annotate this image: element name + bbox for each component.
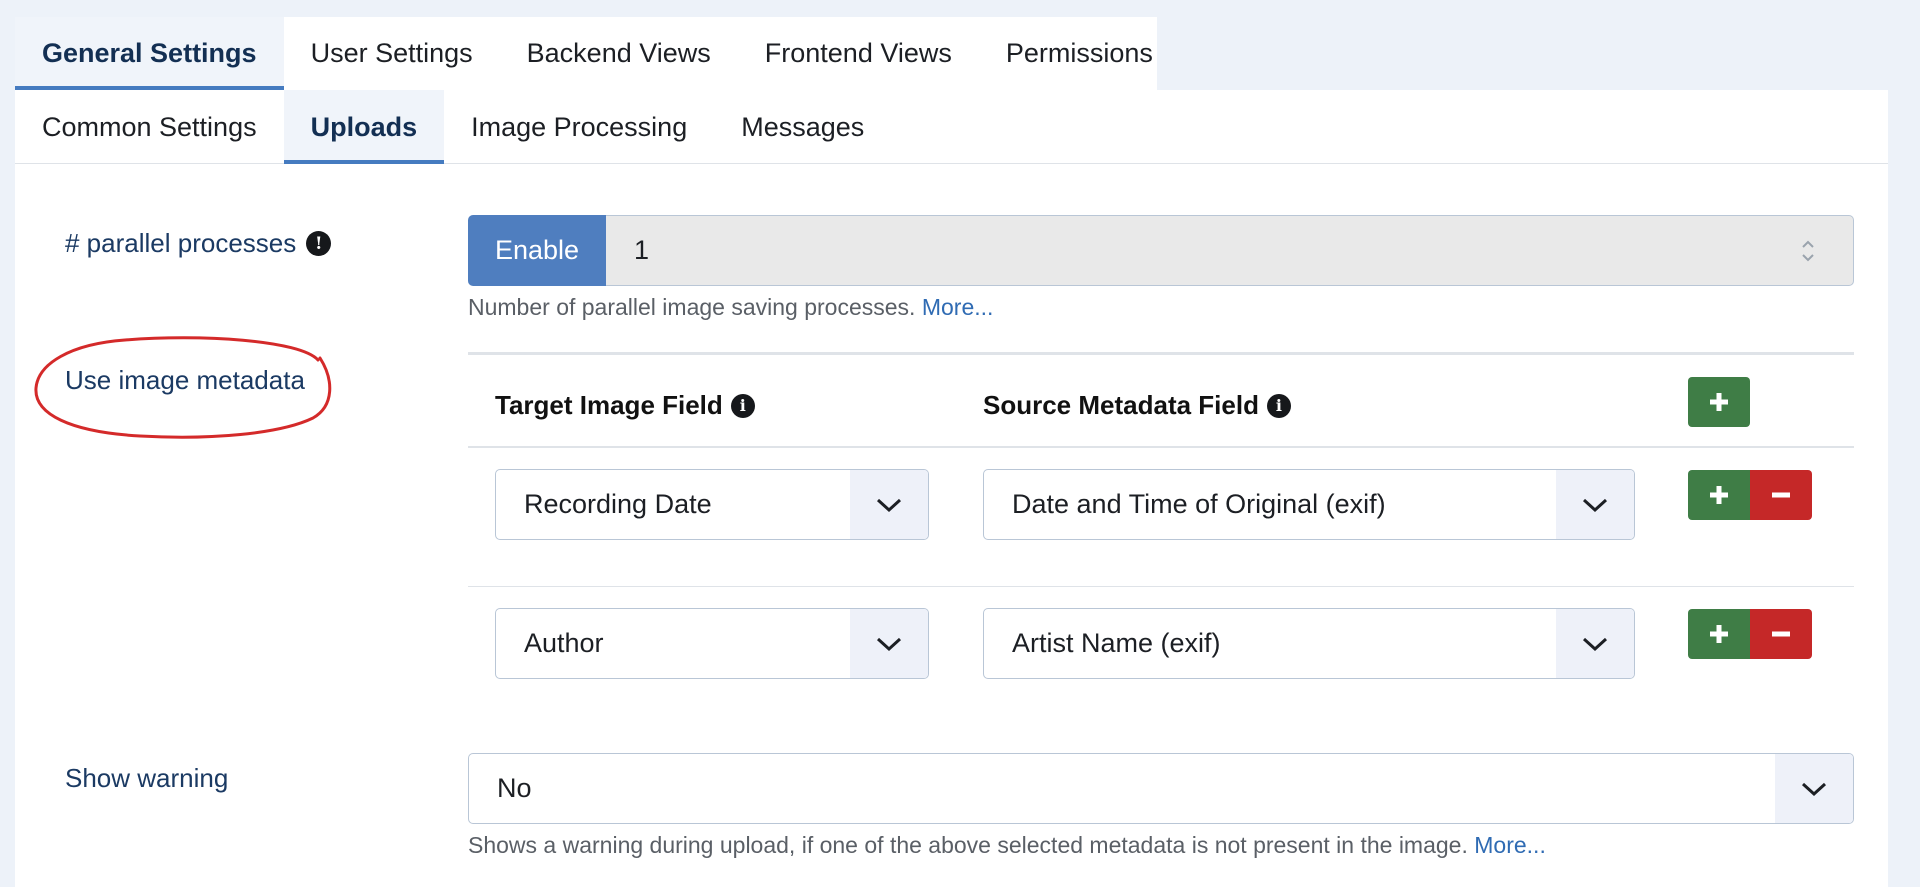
chevron-down-icon <box>1582 498 1608 512</box>
source-field-value: Artist Name (exif) <box>1012 628 1221 658</box>
use-image-metadata-label-text: Use image metadata <box>65 365 305 395</box>
plus-icon <box>1710 486 1728 504</box>
parallel-processes-value: 1 <box>634 235 650 265</box>
target-image-field-header: Target Image Field i <box>495 390 755 421</box>
minus-icon <box>1772 631 1790 637</box>
subtab-common-settings[interactable]: Common Settings <box>15 90 284 164</box>
parallel-processes-label: # parallel processes ! <box>65 228 332 259</box>
tab-frontend-views[interactable]: Frontend Views <box>738 17 979 90</box>
subtab-uploads[interactable]: Uploads <box>283 90 445 164</box>
target-field-value: Recording Date <box>524 489 712 519</box>
show-warning-help-text: Shows a warning during upload, if one of… <box>468 832 1468 858</box>
chevron-down-icon <box>876 637 902 651</box>
target-image-field-header-text: Target Image Field <box>495 390 723 420</box>
show-warning-label-text: Show warning <box>65 763 229 793</box>
chevron-down-icon <box>1801 782 1827 796</box>
dropdown-toggle[interactable] <box>1556 609 1634 678</box>
add-row-button[interactable] <box>1688 470 1750 520</box>
parallel-processes-help-text: Number of parallel image saving processe… <box>468 294 916 320</box>
show-warning-select[interactable]: No <box>468 753 1854 824</box>
sub-tab-bar: Common Settings Uploads Image Processing… <box>15 90 1888 164</box>
chevron-down-icon <box>876 498 902 512</box>
table-header-border <box>468 446 1854 448</box>
minus-icon <box>1772 492 1790 498</box>
dropdown-toggle[interactable] <box>1556 470 1634 539</box>
use-image-metadata-label: Use image metadata <box>65 365 305 396</box>
dropdown-toggle[interactable] <box>850 470 928 539</box>
up-down-icon[interactable] <box>1801 238 1815 264</box>
settings-panel: Common Settings Uploads Image Processing… <box>15 90 1888 887</box>
table-top-border <box>468 352 1854 355</box>
source-field-select[interactable]: Artist Name (exif) <box>983 608 1635 679</box>
show-warning-value: No <box>497 773 532 803</box>
row-actions <box>1688 470 1812 520</box>
add-row-button[interactable] <box>1688 609 1750 659</box>
info-icon[interactable]: i <box>1266 393 1291 418</box>
source-metadata-field-header: Source Metadata Field i <box>983 390 1291 421</box>
parallel-processes-input[interactable]: 1 <box>606 215 1854 286</box>
tab-user-settings[interactable]: User Settings <box>284 17 500 90</box>
row-divider <box>468 586 1854 587</box>
plus-icon <box>1710 625 1728 643</box>
parallel-processes-help: Number of parallel image saving processe… <box>468 294 993 321</box>
enable-button[interactable]: Enable <box>468 215 606 286</box>
target-field-select[interactable]: Recording Date <box>495 469 929 540</box>
dropdown-toggle[interactable] <box>850 609 928 678</box>
add-row-button[interactable] <box>1688 377 1750 427</box>
tab-backend-views[interactable]: Backend Views <box>500 17 738 90</box>
subtab-messages[interactable]: Messages <box>714 90 891 164</box>
source-field-value: Date and Time of Original (exif) <box>1012 489 1386 519</box>
remove-row-button[interactable] <box>1750 470 1812 520</box>
show-warning-label: Show warning <box>65 763 228 794</box>
target-field-value: Author <box>524 628 604 658</box>
info-icon[interactable]: ! <box>306 231 332 256</box>
source-metadata-field-header-text: Source Metadata Field <box>983 390 1259 420</box>
remove-row-button[interactable] <box>1750 609 1812 659</box>
row-actions <box>1688 609 1812 659</box>
parallel-processes-label-text: # parallel processes <box>65 228 297 258</box>
subtab-image-processing[interactable]: Image Processing <box>444 90 714 164</box>
show-warning-more-link[interactable]: More... <box>1474 832 1546 858</box>
tab-general-settings[interactable]: General Settings <box>15 17 284 90</box>
tab-permissions[interactable]: Permissions <box>979 17 1180 90</box>
main-tab-bar: General Settings User Settings Backend V… <box>15 17 1157 90</box>
dropdown-toggle[interactable] <box>1775 754 1853 823</box>
parallel-processes-more-link[interactable]: More... <box>922 294 994 320</box>
info-icon[interactable]: i <box>730 393 755 418</box>
source-field-select[interactable]: Date and Time of Original (exif) <box>983 469 1635 540</box>
chevron-down-icon <box>1582 637 1608 651</box>
target-field-select[interactable]: Author <box>495 608 929 679</box>
plus-icon <box>1710 393 1728 411</box>
show-warning-help: Shows a warning during upload, if one of… <box>468 832 1546 859</box>
